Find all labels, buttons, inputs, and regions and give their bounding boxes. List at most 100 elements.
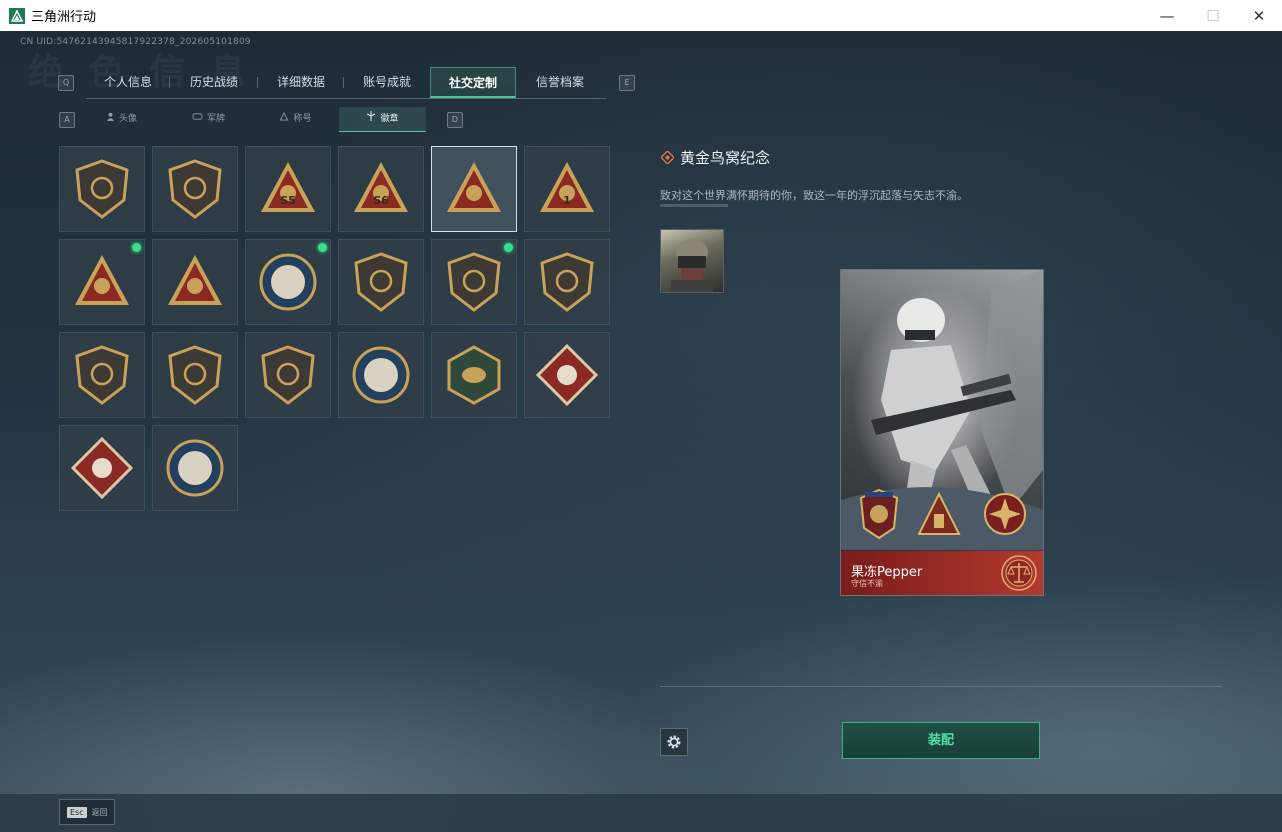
helicopter-badge[interactable]: [152, 146, 238, 232]
esc-key-icon: Esc: [67, 806, 87, 818]
badge-icon: [366, 111, 376, 124]
new-indicator-dot: [504, 243, 513, 252]
number-one-badge[interactable]: 1: [524, 146, 610, 232]
green-rifle-badge-icon: [75, 345, 129, 405]
player-title: 守信不渝: [851, 579, 883, 588]
tab-label: 账号成就: [362, 75, 411, 89]
delta-logo-badge[interactable]: [59, 146, 145, 232]
compass-star-badge[interactable]: [245, 239, 331, 325]
scales-emblem-icon: [1001, 555, 1037, 591]
svg-text:S5: S5: [280, 194, 296, 207]
settings-button[interactable]: [660, 728, 688, 756]
uid-label: CN UID:5476214394581792237​8_20260510180…: [20, 37, 251, 47]
red-dragon-badge[interactable]: [524, 332, 610, 418]
player-card-footer: 果冻Pepper 守信不渝: [841, 551, 1043, 595]
rifle-shield-badge[interactable]: [152, 332, 238, 418]
compass-star-badge-icon: [259, 253, 317, 311]
close-button[interactable]: ✕: [1236, 0, 1282, 31]
new-indicator-dot: [132, 243, 141, 252]
back-button[interactable]: Esc 返回: [59, 799, 115, 825]
s5-badge-icon: S5: [261, 162, 315, 212]
maximize-button[interactable]: ☐: [1190, 0, 1236, 31]
dogtag-icon: [192, 113, 203, 124]
diamond-title-icon: [661, 151, 674, 164]
tab-1[interactable]: 个人信息: [86, 67, 170, 98]
delta-logo-icon: [9, 7, 25, 24]
green-rifle-badge[interactable]: [59, 332, 145, 418]
s5-badge[interactable]: S5: [245, 146, 331, 232]
blue-crossed-rifles-badge-icon: [261, 345, 315, 405]
subtab-label: 头像: [118, 114, 137, 124]
bottom-bar: Esc 返回: [0, 794, 1282, 832]
lynx-badge-icon: [166, 439, 224, 497]
subtab-4[interactable]: 徽章: [339, 107, 426, 132]
golden-nest-badge-icon: [447, 162, 501, 212]
svg-text:S6: S6: [373, 194, 389, 207]
minimize-button[interactable]: —: [1144, 0, 1190, 31]
subtab-next-key[interactable]: D: [447, 112, 463, 128]
back-label: 返回: [91, 807, 108, 817]
svg-text:1: 1: [563, 194, 571, 207]
game-viewport: 绝 色 信 息 CN UID:5476214394581792237​8_202…: [0, 31, 1282, 832]
subtab-3[interactable]: 称号: [252, 107, 339, 131]
badge-description: 致对这个世界满怀期待的你，致这一年的浮沉起落与矢志不渝。: [660, 189, 968, 202]
golden-nest-badge[interactable]: [431, 146, 517, 232]
usb-badge-icon: [75, 255, 129, 305]
player-card-preview: 果冻Pepper 守信不渝: [840, 269, 1044, 596]
tactical-triangle-badge[interactable]: [152, 239, 238, 325]
main-tabs: 个人信息 历史战绩 详细数据 账号成就 社交定制 信誉档案: [86, 67, 606, 99]
tab-6[interactable]: 信誉档案: [516, 67, 604, 98]
shield-emblem-badge[interactable]: [338, 239, 424, 325]
tab-5[interactable]: 社交定制: [430, 67, 516, 98]
tab-4[interactable]: 账号成就: [344, 67, 430, 98]
tab-next-key[interactable]: E: [619, 75, 635, 91]
equip-button[interactable]: 装配: [842, 722, 1040, 759]
subtab-prev-key[interactable]: A: [59, 112, 75, 128]
tab-prev-key[interactable]: Q: [58, 75, 74, 91]
helicopter-badge-icon: [168, 159, 222, 219]
runner-badge-icon: [71, 437, 133, 499]
subtab-1[interactable]: 头像: [78, 107, 165, 131]
subtab-label: 徽章: [380, 114, 399, 124]
person-icon: [106, 112, 115, 124]
red-dragon-badge-icon: [536, 344, 598, 406]
description-divider: [660, 204, 728, 207]
wasp-badge-icon: [447, 345, 501, 405]
gem-shield-badge-icon: [540, 252, 594, 312]
shield-emblem-badge-icon: [354, 252, 408, 312]
subtab-label: 军牌: [206, 114, 225, 124]
rifle-shield-badge-icon: [168, 345, 222, 405]
badge-title: 黄金鸟窝纪念: [680, 149, 771, 167]
tab-3[interactable]: 详细数据: [258, 67, 344, 98]
tab-label: 历史战绩: [189, 75, 238, 89]
tab-label: 详细数据: [276, 75, 325, 89]
usb-badge[interactable]: [59, 239, 145, 325]
lynx-badge[interactable]: [152, 425, 238, 511]
runner-badge[interactable]: [59, 425, 145, 511]
wasp-badge[interactable]: [431, 332, 517, 418]
equipped-badges: [859, 488, 1026, 540]
panel-divider: [660, 686, 1222, 687]
player-avatar[interactable]: [660, 229, 724, 293]
tab-2[interactable]: 历史战绩: [170, 67, 258, 98]
subtab-2[interactable]: 军牌: [165, 107, 252, 131]
number-one-badge-icon: 1: [540, 162, 594, 212]
gear-icon: [667, 735, 681, 749]
title-icon: [279, 111, 289, 124]
window-titlebar: 三角洲行动 — ☐ ✕: [0, 0, 1282, 32]
subtab-label: 称号: [293, 114, 312, 124]
frame-corner: [659, 127, 669, 137]
s6-badge[interactable]: S6: [338, 146, 424, 232]
tactical-triangle-badge-icon: [168, 255, 222, 305]
delta-logo-badge-icon: [75, 159, 129, 219]
new-indicator-dot: [318, 243, 327, 252]
s6-badge-icon: S6: [354, 162, 408, 212]
eagle-badge[interactable]: [338, 332, 424, 418]
tab-label: 社交定制: [448, 76, 497, 90]
stars-shield-badge-icon: [447, 252, 501, 312]
gem-shield-badge[interactable]: [524, 239, 610, 325]
window-title: 三角洲行动: [31, 10, 97, 25]
blue-crossed-rifles-badge[interactable]: [245, 332, 331, 418]
stars-shield-badge[interactable]: [431, 239, 517, 325]
tab-label: 信誉档案: [535, 75, 584, 89]
